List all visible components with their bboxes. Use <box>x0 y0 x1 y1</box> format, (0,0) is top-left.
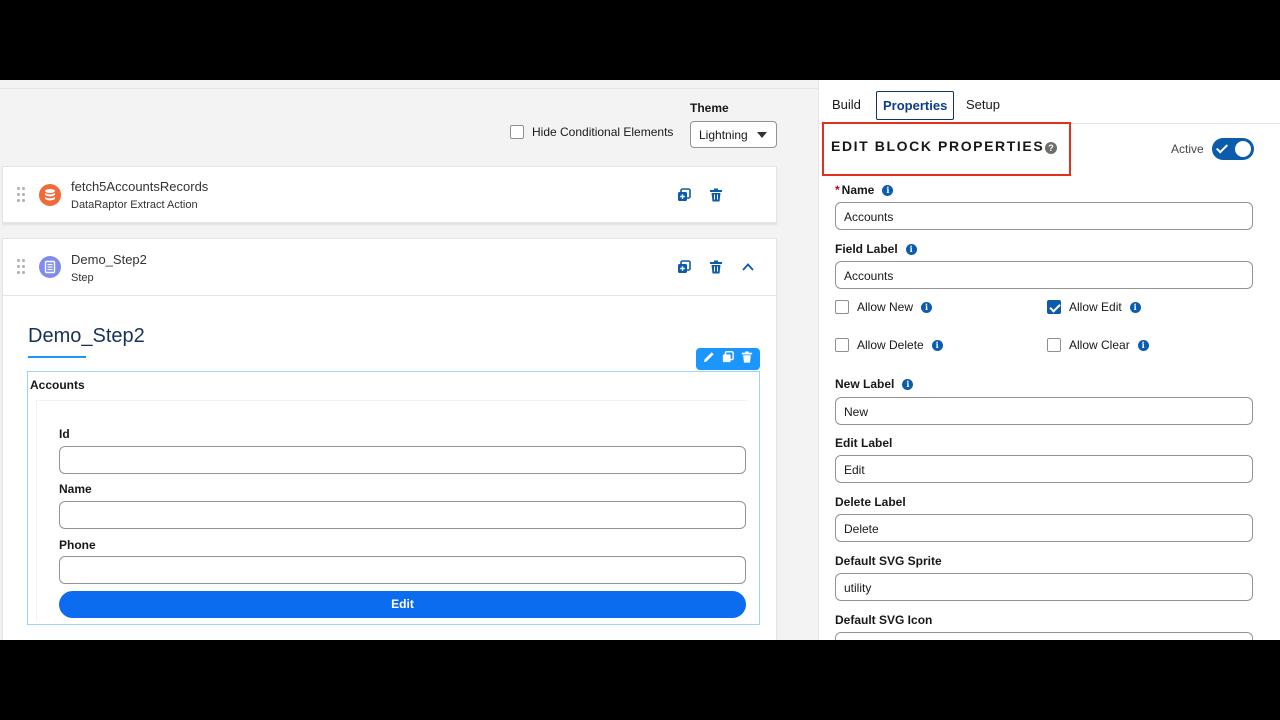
delete-label-label: Delete Label <box>835 495 906 509</box>
default-svg-sprite-input[interactable]: utility <box>835 573 1253 601</box>
element-card-step[interactable]: Demo_Step2 Step Demo_Step2 Accounts Id N… <box>2 238 777 640</box>
phone-input[interactable] <box>59 556 746 584</box>
element-name: fetch5AccountsRecords <box>71 179 209 194</box>
info-icon[interactable]: i <box>1137 339 1149 351</box>
checkbox-icon[interactable] <box>510 125 524 139</box>
info-icon[interactable]: i <box>921 301 933 313</box>
info-icon[interactable]: i <box>882 185 894 196</box>
active-label: Active <box>1171 142 1204 156</box>
allow-clear-label: Allow Clear <box>1069 338 1130 352</box>
theme-select[interactable]: Lightning <box>690 121 777 148</box>
allow-delete-checkbox[interactable]: Allow Delete i <box>835 338 943 352</box>
element-type: Step <box>71 272 94 284</box>
step-title-underline <box>28 356 86 358</box>
name-label: * Name i <box>835 183 894 197</box>
edit-button[interactable]: Edit <box>59 591 746 618</box>
info-icon[interactable]: i <box>905 244 917 255</box>
panel-tabs: Build Properties Setup <box>819 80 1280 124</box>
chevron-down-icon <box>757 132 767 138</box>
checkbox-icon[interactable] <box>1047 338 1061 352</box>
info-icon[interactable]: i <box>931 339 943 351</box>
tab-setup[interactable]: Setup <box>960 91 1006 120</box>
id-input[interactable] <box>59 446 746 474</box>
theme-value: Lightning <box>699 128 748 142</box>
tab-properties[interactable]: Properties <box>876 91 955 120</box>
checkbox-icon[interactable] <box>835 338 849 352</box>
designer-canvas: Hide Conditional Elements Theme Lightnin… <box>0 80 818 640</box>
panel-heading: EDIT BLOCK PROPERTIES <box>831 138 1045 154</box>
help-icon[interactable]: ? <box>1045 142 1057 154</box>
allow-delete-label: Allow Delete <box>857 338 924 352</box>
clone-icon[interactable] <box>722 350 734 368</box>
default-svg-icon-input[interactable] <box>835 632 1253 640</box>
element-type: DataRaptor Extract Action <box>71 199 198 211</box>
chevron-up-icon[interactable] <box>741 260 755 274</box>
theme-label: Theme <box>690 101 729 115</box>
info-icon[interactable]: i <box>1129 301 1141 313</box>
allow-clear-checkbox[interactable]: Allow Clear i <box>1047 338 1149 352</box>
database-icon <box>39 184 61 206</box>
allow-edit-label: Allow Edit <box>1069 300 1122 314</box>
block-toolbar <box>696 348 760 370</box>
edit-block[interactable]: Accounts Id Name Phone Edit <box>27 371 760 625</box>
name-input[interactable]: Accounts <box>835 202 1253 230</box>
field-label-name: Name <box>59 482 92 496</box>
required-asterisk: * <box>835 183 840 197</box>
block-label: Accounts <box>30 378 85 392</box>
properties-panel: Build Properties Setup EDIT BLOCK PROPER… <box>818 80 1280 640</box>
divider <box>3 295 776 296</box>
block-record: Id Name Phone Edit <box>36 400 747 622</box>
default-svg-sprite-label: Default SVG Sprite <box>835 554 942 568</box>
delete-icon[interactable] <box>741 350 753 368</box>
delete-label-input[interactable]: Delete <box>835 514 1253 542</box>
name-input[interactable] <box>59 501 746 529</box>
default-svg-icon-label: Default SVG Icon <box>835 613 933 627</box>
new-label-label: New Label i <box>835 377 914 391</box>
step-title: Demo_Step2 <box>28 325 145 347</box>
delete-icon[interactable] <box>709 260 723 274</box>
field-label-input[interactable]: Accounts <box>835 261 1253 289</box>
new-label-input[interactable]: New <box>835 397 1253 425</box>
allow-new-checkbox[interactable]: Allow New i <box>835 300 933 314</box>
omniscript-designer: Hide Conditional Elements Theme Lightnin… <box>0 80 1280 640</box>
element-name: Demo_Step2 <box>71 252 147 267</box>
toggle-knob <box>1235 141 1251 157</box>
pencil-icon[interactable] <box>703 350 715 368</box>
field-label-label: Field Label i <box>835 242 917 256</box>
clone-icon[interactable] <box>677 260 691 274</box>
hide-conditional-elements-checkbox[interactable]: Hide Conditional Elements <box>510 125 673 139</box>
field-label-phone: Phone <box>59 538 96 552</box>
active-toggle[interactable] <box>1212 138 1254 160</box>
allow-new-label: Allow New <box>857 300 914 314</box>
edit-label-input[interactable]: Edit <box>835 455 1253 483</box>
edit-label-label: Edit Label <box>835 436 893 450</box>
allow-edit-checkbox[interactable]: Allow Edit i <box>1047 300 1141 314</box>
list-icon <box>39 256 61 278</box>
divider <box>0 88 818 89</box>
info-icon[interactable]: i <box>902 379 914 390</box>
drag-handle-icon[interactable] <box>17 259 25 275</box>
delete-icon[interactable] <box>709 188 723 202</box>
element-card-dataraptor[interactable]: fetch5AccountsRecords DataRaptor Extract… <box>2 166 777 223</box>
checkbox-icon[interactable] <box>835 300 849 314</box>
drag-handle-icon[interactable] <box>17 187 25 203</box>
hide-conditional-label: Hide Conditional Elements <box>532 125 674 139</box>
check-icon <box>1215 141 1229 154</box>
checkbox-checked-icon[interactable] <box>1047 300 1061 314</box>
tab-build[interactable]: Build <box>826 91 867 120</box>
clone-icon[interactable] <box>677 188 691 202</box>
field-label-id: Id <box>59 427 70 441</box>
